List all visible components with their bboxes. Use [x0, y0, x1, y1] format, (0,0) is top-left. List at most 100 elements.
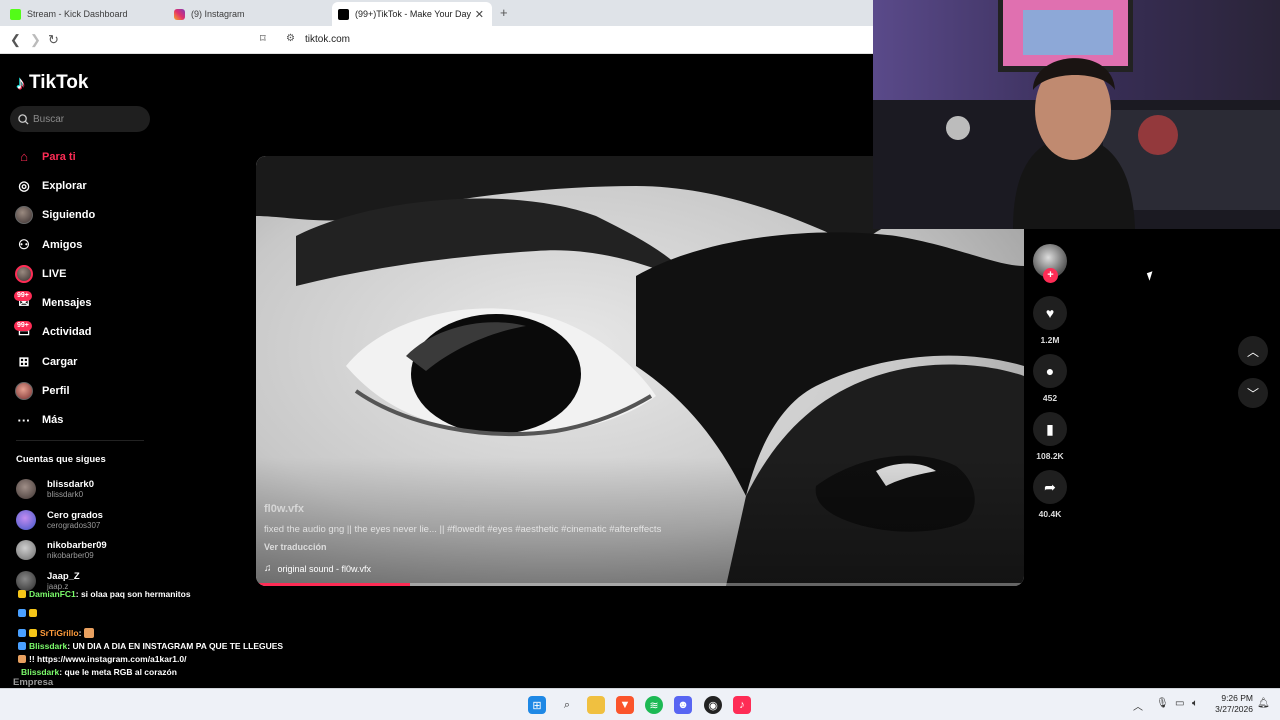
nav-item-amigos[interactable]: ⚇ Amigos	[14, 230, 154, 259]
chat-user: SrTiGrillo	[40, 627, 79, 638]
nav-item-explorar[interactable]: ◎ Explorar	[14, 171, 154, 200]
music-note-icon: ♫	[264, 563, 272, 574]
search-icon	[18, 113, 29, 125]
save-action: ▮ 108.2K	[1032, 412, 1068, 461]
following-name: Cero grados	[47, 509, 103, 521]
previous-video-button[interactable]: ︿	[1238, 336, 1268, 366]
volume-icon[interactable]: 🔈︎	[1192, 698, 1198, 709]
badge-icon	[18, 628, 26, 637]
nav-label: Amigos	[42, 238, 83, 251]
network-icon[interactable]: ▭	[1175, 698, 1184, 709]
nav-label: Mensajes	[42, 297, 92, 310]
forward-icon[interactable]: ❯	[30, 32, 41, 48]
video-progress-bar[interactable]	[256, 583, 1024, 586]
brave-browser-icon[interactable]: ▼	[616, 696, 634, 714]
mouse-cursor	[1146, 271, 1156, 281]
nav-label: Más	[42, 414, 64, 427]
tab-label: (99+)TikTok - Make Your Day	[355, 9, 471, 19]
bookmark-icon[interactable]: ⌑	[260, 32, 266, 45]
follow-plus-icon[interactable]: +	[1043, 268, 1058, 283]
chat-text: :	[78, 627, 82, 638]
back-icon[interactable]: ❮	[10, 32, 21, 48]
nav-item-perfil[interactable]: Perfil	[14, 376, 154, 405]
nav-item-siguiendo[interactable]: Siguiendo	[14, 201, 154, 230]
comment-icon[interactable]: ●	[1033, 354, 1067, 388]
nav-item-para-ti[interactable]: ⌂ Para ti	[14, 142, 154, 171]
tray-chevron-icon[interactable]: ︿	[1133, 698, 1143, 713]
following-item[interactable]: nikobarber09 nikobarber09	[16, 535, 156, 566]
heart-icon[interactable]: ♥	[1033, 296, 1067, 330]
nav-item-live[interactable]: LIVE	[14, 259, 154, 288]
avatar	[16, 479, 36, 500]
notification-badge: 99+	[14, 320, 32, 331]
home-icon: ⌂	[20, 149, 28, 165]
tab-tiktok[interactable]: (99+)TikTok - Make Your Day ✕	[332, 2, 492, 26]
chat-message: DamianFC1 : si olaa paq son hermanitos	[18, 587, 318, 600]
tiktok-note-icon: ♪	[16, 72, 25, 93]
url-field[interactable]: tiktok.com	[305, 34, 350, 45]
tab-instagram[interactable]: (9) Instagram	[168, 2, 328, 26]
next-video-button[interactable]: ﹀	[1238, 378, 1268, 408]
reload-icon[interactable]: ↻	[48, 32, 59, 48]
nav-item-mensajes[interactable]: ✉ 99+ Mensajes	[14, 288, 154, 317]
profile-icon	[15, 382, 33, 401]
microphone-icon[interactable]: 🎙︎	[1156, 698, 1169, 709]
friends-icon: ⚇	[18, 236, 30, 252]
following-name: nikobarber09	[47, 540, 107, 552]
spotify-icon[interactable]: ≋	[645, 696, 663, 714]
system-clock[interactable]: 9:26 PM 3/27/2026	[1213, 693, 1253, 715]
chat-message: Blissdark : que le meta RGB al corazón	[18, 665, 318, 678]
footer-empresa-link[interactable]: Empresa	[13, 677, 53, 688]
following-section-title: Cuentas que sigues	[16, 454, 106, 465]
video-sound[interactable]: ♫ original sound - fl0w.vfx	[264, 563, 371, 574]
chevron-up-icon: ︿	[1246, 344, 1259, 359]
video-username[interactable]: fl0w.vfx	[264, 503, 304, 515]
chat-spacer	[18, 600, 318, 626]
video-actions: + ♥ 1.2M ● 452 ▮ 108.2K ➦ 40.4K	[1032, 244, 1068, 519]
following-item[interactable]: Cero grados cerogrados307	[16, 505, 156, 536]
chat-text: !! https://www.instagram.com/a1kar1.0/	[29, 653, 187, 664]
windows-taskbar: ⊞ ⌕ ▼ ≋ ☻ ◉ ♪ ︿ 🎙︎ ▭ 🔈︎ 9:26 PM 3/27/202…	[0, 688, 1280, 720]
file-explorer-icon[interactable]	[587, 696, 605, 714]
instagram-icon	[174, 8, 185, 20]
tab-label: Stream - Kick Dashboard	[27, 9, 128, 19]
compass-icon: ◎	[18, 177, 30, 193]
tiktok-app-icon[interactable]: ♪	[733, 696, 751, 714]
bookmark-icon[interactable]: ▮	[1033, 412, 1067, 446]
nav-label: Siguiendo	[42, 209, 96, 222]
windows-start-icon[interactable]: ⊞	[528, 696, 546, 714]
comment-count: 452	[1042, 393, 1058, 403]
chat-user: Blissdark	[21, 666, 60, 677]
share-icon[interactable]: ➦	[1033, 470, 1067, 504]
webcam-overlay	[873, 0, 1280, 229]
avatar	[16, 509, 36, 530]
site-info-icon[interactable]: ⚙	[286, 33, 295, 44]
sound-label: original sound - fl0w.vfx	[277, 563, 372, 574]
avatar-icon	[15, 206, 33, 225]
video-progress-fill	[256, 583, 410, 586]
nav-label: Para ti	[42, 150, 76, 163]
more-icon: ···	[17, 412, 31, 428]
nav-item-mas[interactable]: ··· Más	[14, 406, 154, 435]
tab-kick-dashboard[interactable]: Stream - Kick Dashboard	[4, 2, 164, 26]
nav-item-actividad[interactable]: ▭ 99+ Actividad	[14, 318, 154, 347]
creator-avatar[interactable]: +	[1033, 244, 1067, 283]
following-handle: nikobarber09	[47, 551, 94, 561]
following-item[interactable]: blissdark0 blissdark0	[16, 474, 156, 505]
notification-icon[interactable]: 🔔︎	[1257, 698, 1270, 709]
upload-icon: ⊞	[18, 353, 30, 369]
chat-message: SrTiGrillo :	[18, 626, 318, 639]
tiktok-logo[interactable]: ♪ TikTok	[16, 72, 88, 94]
nav-item-cargar[interactable]: ⊞ Cargar	[14, 347, 154, 376]
like-count: 1.2M	[1040, 335, 1060, 345]
new-tab-button[interactable]: +	[500, 5, 508, 20]
obs-icon[interactable]: ◉	[704, 696, 722, 714]
close-icon[interactable]: ✕	[475, 8, 484, 21]
avatar	[16, 540, 36, 561]
emote-icon	[18, 654, 26, 663]
search-input[interactable]	[33, 113, 143, 125]
search-icon[interactable]: ⌕	[558, 696, 576, 714]
translate-link[interactable]: Ver traducción	[264, 542, 327, 552]
discord-icon[interactable]: ☻	[674, 696, 692, 714]
search-box[interactable]	[10, 106, 150, 132]
